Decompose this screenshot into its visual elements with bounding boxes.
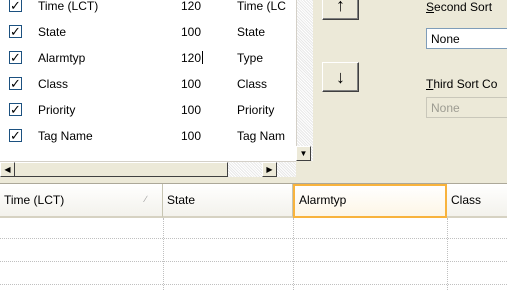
grid-column-line (163, 218, 164, 291)
column-row-alarmtyp[interactable]: ✓ Alarmtyp 120 Type (0, 45, 295, 71)
column-row-state[interactable]: ✓ State 100 State (0, 19, 295, 45)
column-name: Tag Name (38, 129, 93, 143)
column-row-tag-name[interactable]: ✓ Tag Name 100 Tag Nam (0, 123, 295, 149)
scroll-right-arrow-icon[interactable]: ▶ (262, 162, 277, 177)
column-width-input[interactable]: 120 (181, 51, 221, 65)
column-width[interactable]: 100 (181, 25, 221, 39)
sort-indicator-icon: ∕ (145, 194, 147, 204)
column-row-time[interactable]: ✓ Time (LCT) 120 Time (LC (0, 0, 295, 19)
column-width[interactable]: 100 (181, 129, 221, 143)
column-visible-checkbox[interactable]: ✓ (9, 77, 22, 90)
vertical-scrollbar[interactable] (296, 0, 313, 161)
column-name: Class (38, 77, 69, 91)
column-width-value: 120 (181, 51, 202, 65)
grid-column-line (293, 218, 294, 291)
scrollbar-corner (296, 161, 313, 177)
scroll-down-arrow-icon[interactable]: ▼ (296, 146, 311, 161)
column-row-priority[interactable]: ✓ Priority 100 Priority (0, 97, 295, 123)
column-width[interactable]: 100 (181, 103, 221, 117)
horizontal-scroll-thumb[interactable] (14, 162, 228, 177)
column-width[interactable]: 100 (181, 77, 221, 91)
column-label[interactable]: Type (237, 51, 293, 65)
column-label[interactable]: State (237, 25, 293, 39)
grid-row-line (0, 284, 507, 285)
third-sort-label: Third Sort Co (426, 77, 498, 91)
column-name: State (38, 25, 67, 39)
column-visible-checkbox[interactable]: ✓ (9, 103, 22, 116)
third-sort-select: None (426, 97, 507, 118)
scroll-left-arrow-icon[interactable]: ◀ (0, 162, 15, 177)
grid-header-state[interactable]: State (163, 184, 293, 218)
column-config-list[interactable]: ✓ Time (LCT) 120 Time (LC ✓ State 100 St… (0, 0, 313, 177)
column-visible-checkbox[interactable]: ✓ (9, 25, 22, 38)
column-label[interactable]: Priority (237, 103, 293, 117)
column-width[interactable]: 120 (181, 0, 221, 13)
grid-row-line (0, 261, 507, 262)
column-name: Alarmtyp (38, 51, 86, 65)
arrow-down-icon: ↓ (336, 67, 345, 87)
grid-header-alarmtyp[interactable]: Alarmtyp (293, 184, 447, 218)
grid-header-class[interactable]: Class (447, 184, 507, 218)
column-visible-checkbox[interactable]: ✓ (9, 0, 22, 12)
column-row-class[interactable]: ✓ Class 100 Class (0, 71, 295, 97)
column-visible-checkbox[interactable]: ✓ (9, 129, 22, 142)
move-up-button[interactable]: ↑ (322, 0, 359, 20)
second-sort-select[interactable]: None (426, 28, 507, 49)
second-sort-label: Second Sort (426, 0, 493, 14)
column-visible-checkbox[interactable]: ✓ (9, 51, 22, 64)
column-name: Time (LCT) (38, 0, 99, 13)
column-label[interactable]: Class (237, 77, 293, 91)
grid-row-line (0, 238, 507, 239)
grid-header-time[interactable]: Time (LCT) ∕ (0, 184, 163, 218)
arrow-up-icon: ↑ (336, 0, 345, 15)
move-down-button[interactable]: ↓ (322, 62, 359, 92)
column-name: Priority (38, 103, 76, 117)
column-label[interactable]: Time (LC (237, 0, 293, 13)
preview-grid: Time (LCT) ∕ State Alarmtyp Class (0, 183, 507, 291)
grid-header-label: Time (LCT) (4, 193, 65, 207)
grid-column-line (447, 218, 448, 291)
sort-columns-dialog: ✓ Time (LCT) 120 Time (LC ✓ State 100 St… (0, 0, 507, 291)
column-label[interactable]: Tag Nam (237, 129, 293, 143)
text-caret (202, 51, 204, 64)
